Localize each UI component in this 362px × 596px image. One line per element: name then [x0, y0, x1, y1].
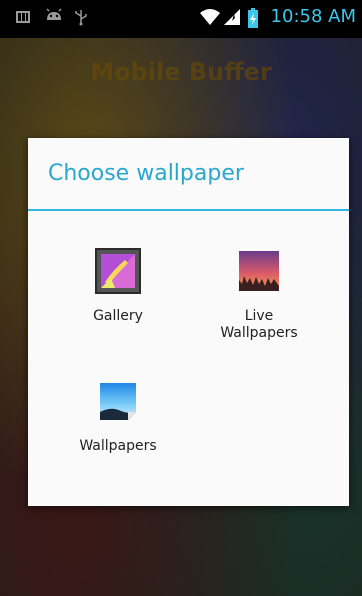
status-bar: 10:58 AM — [0, 0, 362, 38]
wifi-icon — [199, 8, 220, 26]
signal-icon — [223, 8, 241, 26]
option-live-wallpapers[interactable]: Live Wallpapers — [194, 248, 324, 342]
status-bar-notifications — [14, 8, 92, 26]
screen: 10:58 AM Mobile Buffer Choose wallpaper … — [0, 0, 362, 596]
sim-card-icon — [14, 8, 32, 26]
status-bar-system: 10:58 AM — [199, 6, 356, 28]
dialog-title: Choose wallpaper — [48, 161, 244, 186]
clock: 10:58 AM — [270, 6, 356, 27]
option-gallery-label: Gallery — [93, 308, 143, 324]
battery-charging-icon — [247, 7, 265, 28]
choose-wallpaper-dialog: Choose wallpaper Gallery Live Wallpapers… — [28, 138, 349, 506]
option-live-wallpapers-label: Live Wallpapers — [220, 308, 298, 341]
wallpapers-icon — [95, 378, 141, 424]
usb-icon — [74, 8, 92, 26]
option-wallpapers-label: Wallpapers — [79, 438, 157, 454]
dialog-title-divider — [28, 209, 349, 211]
gallery-icon — [95, 248, 141, 294]
android-debug-icon — [44, 8, 62, 26]
option-wallpapers[interactable]: Wallpapers — [53, 378, 183, 455]
live-wallpapers-icon — [236, 248, 282, 294]
option-gallery[interactable]: Gallery — [53, 248, 183, 325]
